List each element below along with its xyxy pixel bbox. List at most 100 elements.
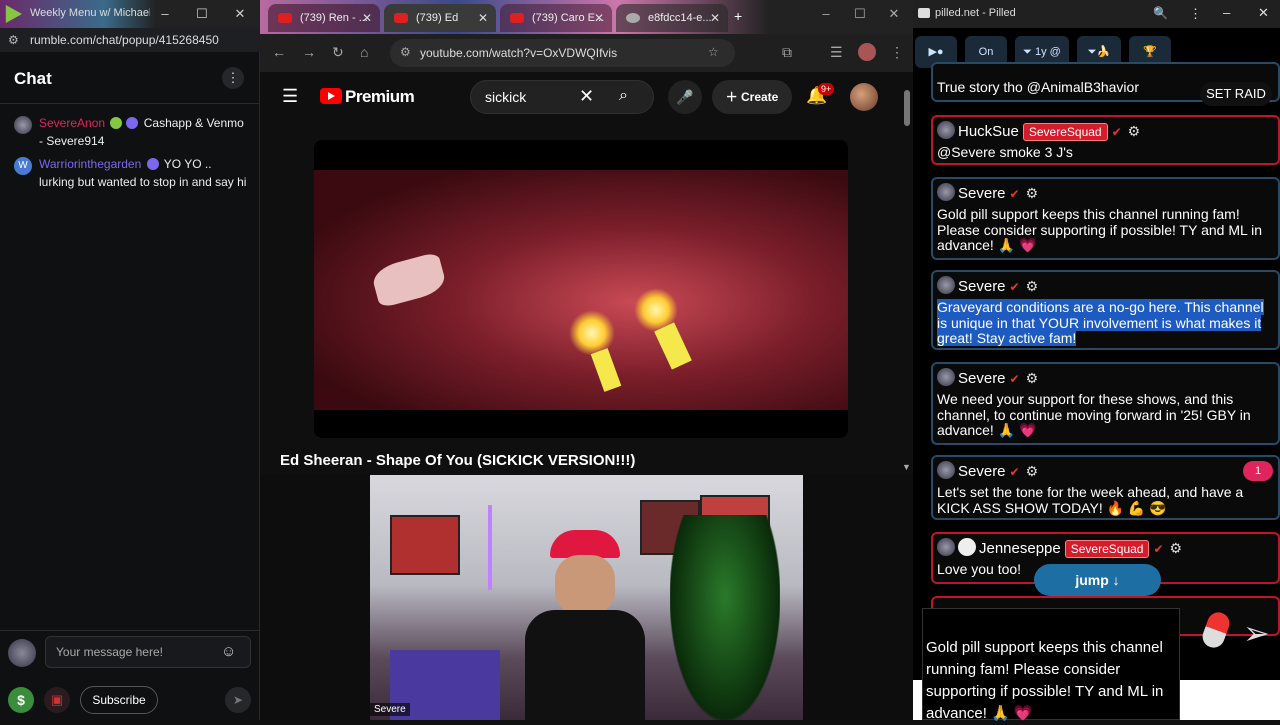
- chat-message: Severe ✔ ⚙ We need your support for these …: [931, 362, 1280, 445]
- clear-search-icon[interactable]: ✕: [579, 86, 594, 107]
- set-raid-button[interactable]: SET RAID: [1200, 82, 1272, 106]
- site-info-icon[interactable]: ⚙: [400, 45, 411, 59]
- avatar[interactable]: [14, 116, 32, 134]
- close-tab-icon[interactable]: ✕: [710, 11, 720, 25]
- message-username[interactable]: Severe: [958, 185, 1006, 202]
- search-icon[interactable]: ⌕: [619, 87, 628, 105]
- avatar[interactable]: [937, 183, 955, 201]
- reload-icon[interactable]: ↻: [332, 44, 344, 61]
- avatar[interactable]: [937, 368, 955, 386]
- squad-badge: SevereSquad: [1022, 123, 1108, 141]
- zoom-icon[interactable]: 🔍: [1153, 6, 1168, 20]
- cast-icon[interactable]: ⧉: [782, 44, 792, 61]
- video-player[interactable]: [314, 140, 848, 438]
- subscribe-button[interactable]: Subscribe: [80, 686, 158, 714]
- avatar[interactable]: [937, 121, 955, 139]
- browser-tab[interactable]: (739) Caro E... ✕: [500, 4, 612, 32]
- close-tab-icon[interactable]: ✕: [362, 11, 372, 25]
- squad-badge: SevereSquad: [1064, 540, 1150, 558]
- minimize-icon[interactable]: –: [1223, 5, 1230, 20]
- message-compose-box[interactable]: Gold pill support keeps this channel run…: [922, 608, 1180, 722]
- unread-count-badge[interactable]: 1: [1243, 461, 1273, 481]
- message-username[interactable]: Severe: [958, 463, 1006, 480]
- rumble-url-bar[interactable]: ⚙ rumble.com/chat/popup/415268450: [0, 28, 260, 52]
- verified-badge-icon: [110, 117, 123, 129]
- forward-icon[interactable]: →: [302, 44, 316, 60]
- message-username[interactable]: HuckSue: [958, 123, 1019, 140]
- close-tab-icon[interactable]: ✕: [478, 11, 488, 25]
- url-box[interactable]: ⚙ youtube.com/watch?v=OxVDWQIfvis ☆: [390, 39, 735, 67]
- webcam-feed: Severe: [370, 475, 803, 720]
- search-box[interactable]: sickick ✕ ⌕: [470, 80, 654, 114]
- browser-tab-active[interactable]: (739) Ed ✕: [384, 4, 496, 32]
- create-button[interactable]: ＋ Create: [712, 80, 792, 114]
- user-avatar[interactable]: [8, 639, 36, 667]
- browser-tab[interactable]: (739) Ren - ... ✕: [268, 4, 380, 32]
- emoji-icon[interactable]: ☺: [221, 643, 236, 660]
- home-icon[interactable]: ⌂: [360, 44, 368, 60]
- bookmark-star-icon[interactable]: ☆: [708, 45, 719, 59]
- site-settings-icon[interactable]: ⚙: [8, 33, 19, 47]
- gear-icon[interactable]: ⚙: [1026, 370, 1039, 386]
- rumble-tab-title[interactable]: Weekly Menu w/ Michael Ri...: [30, 7, 150, 19]
- message-text: We need your support for these shows, an…: [937, 391, 1251, 438]
- gear-icon[interactable]: ⚙: [1128, 123, 1141, 139]
- tab-label: (739) Ed: [416, 12, 459, 24]
- scrollbar[interactable]: [904, 90, 910, 126]
- close-icon[interactable]: ✕: [1258, 5, 1269, 21]
- jump-to-latest-button[interactable]: jump ↓: [1034, 564, 1161, 596]
- youtube-brand[interactable]: Premium: [345, 87, 415, 107]
- send-icon[interactable]: ➢: [1243, 614, 1270, 652]
- browser-menu-icon[interactable]: ⋮: [890, 44, 904, 61]
- red-cap: [550, 530, 620, 558]
- currency-button[interactable]: $: [8, 687, 34, 713]
- chat-username[interactable]: Warriorinthegarden: [39, 157, 141, 171]
- scroll-down-icon[interactable]: ▼: [902, 462, 911, 472]
- youtube-icon: [510, 13, 524, 23]
- search-input[interactable]: sickick: [485, 89, 526, 105]
- avatar[interactable]: [937, 538, 955, 556]
- minimize-icon[interactable]: –: [816, 6, 836, 21]
- message-text: Gold pill support keeps this channel run…: [937, 206, 1263, 253]
- verified-check-icon: ✔: [1009, 187, 1020, 201]
- url-text[interactable]: youtube.com/watch?v=OxVDWQIfvis: [420, 46, 617, 60]
- chat-composer: Your message here! ☺ $ ▣ Subscribe ➤: [0, 630, 260, 720]
- microphone-icon[interactable]: 🎤: [668, 80, 702, 114]
- rumble-url[interactable]: rumble.com/chat/popup/415268450: [30, 33, 219, 47]
- account-avatar[interactable]: [850, 83, 878, 111]
- gear-icon[interactable]: ⚙: [1170, 540, 1183, 556]
- extensions-icon[interactable]: ☰: [830, 44, 843, 61]
- chat-username[interactable]: SevereAnon: [39, 116, 105, 130]
- browser-tab[interactable]: e8fdcc14-e... ✕: [616, 4, 728, 32]
- profile-icon[interactable]: [858, 43, 876, 61]
- avatar[interactable]: [958, 538, 976, 556]
- new-tab-icon[interactable]: +: [734, 8, 742, 24]
- hamburger-menu-icon[interactable]: ☰: [282, 86, 298, 107]
- message-username[interactable]: Severe: [958, 278, 1006, 295]
- create-label: Create: [740, 90, 779, 104]
- verified-check-icon: ✔: [1009, 372, 1020, 386]
- menu-icon[interactable]: ⋮: [1189, 6, 1202, 22]
- kebab-menu-icon[interactable]: ⋮: [222, 67, 244, 89]
- avatar[interactable]: [937, 461, 955, 479]
- youtube-window: (739) Ren - ... ✕ (739) Ed ✕ (739) Caro E.…: [260, 0, 913, 475]
- chat-message: Severe ✔ ⚙ Let's set the tone for the week…: [931, 455, 1280, 520]
- message-username[interactable]: Severe: [958, 370, 1006, 387]
- youtube-logo-icon[interactable]: [320, 88, 342, 104]
- close-icon[interactable]: ✕: [884, 6, 904, 22]
- gift-icon[interactable]: ▣: [44, 687, 70, 713]
- close-icon[interactable]: ✕: [230, 6, 250, 22]
- gear-icon[interactable]: ⚙: [1026, 278, 1039, 294]
- youtube-icon: [394, 13, 408, 23]
- message-username[interactable]: Jenneseppe: [979, 540, 1061, 557]
- avatar[interactable]: W: [14, 157, 32, 175]
- maximize-icon[interactable]: ☐: [192, 6, 212, 22]
- maximize-icon[interactable]: ☐: [850, 6, 870, 22]
- gear-icon[interactable]: ⚙: [1026, 185, 1039, 201]
- close-tab-icon[interactable]: ✕: [594, 11, 604, 25]
- send-icon[interactable]: ➤: [225, 687, 251, 713]
- avatar[interactable]: [937, 276, 955, 294]
- minimize-icon[interactable]: –: [155, 6, 175, 21]
- back-icon[interactable]: ←: [272, 44, 286, 60]
- gear-icon[interactable]: ⚙: [1026, 463, 1039, 479]
